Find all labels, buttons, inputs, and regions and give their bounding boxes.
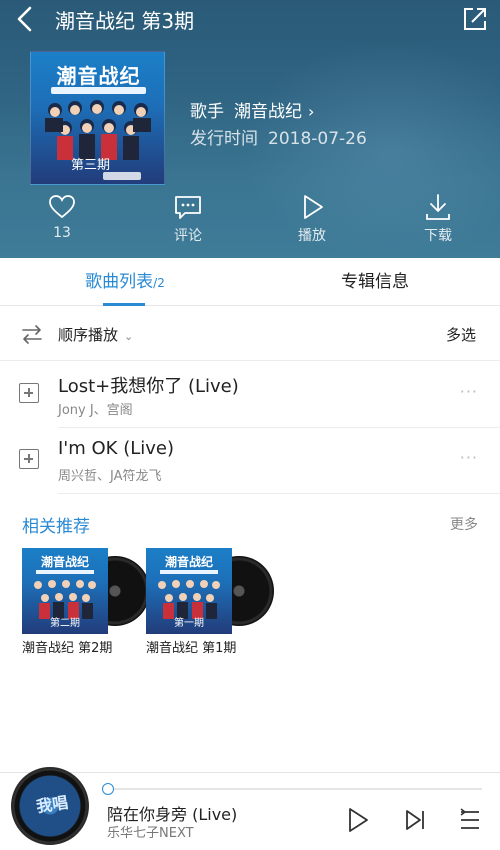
release-value: 2018-07-26 xyxy=(268,129,367,149)
release-label: 发行时间 xyxy=(190,129,258,149)
mini-cover-people xyxy=(158,580,220,619)
play-all-button[interactable]: 播放 xyxy=(272,192,352,245)
mini-cover-banner xyxy=(36,570,94,574)
related-album-cover: 潮音战纪 第二期 xyxy=(22,548,108,634)
related-album-name: 潮音战纪 第1期 xyxy=(146,641,237,656)
related-section-title: 相关推荐 xyxy=(22,517,90,537)
play-icon xyxy=(304,195,323,219)
song-title: I'm OK (Live) xyxy=(58,438,175,459)
play-pause-button[interactable] xyxy=(342,805,372,835)
mini-cover-logo: 潮音战纪 xyxy=(164,555,213,569)
multi-select-button[interactable]: 多选 xyxy=(446,324,476,345)
play-toolbar: 顺序播放 ⌄ 多选 xyxy=(0,307,500,361)
release-date: 发行时间 2018-07-26 xyxy=(190,124,367,149)
tab-song-list[interactable]: 歌曲列表/2 xyxy=(0,258,250,306)
like-count: 13 xyxy=(53,225,71,241)
page-title: 潮音战纪 第3期 xyxy=(55,9,195,33)
artwork-text: 我唱 xyxy=(35,792,70,817)
top-bar: 潮音战纪 第3期 xyxy=(0,0,500,40)
related-more-button[interactable]: 更多 xyxy=(450,514,478,534)
download-label: 下载 xyxy=(424,228,452,244)
next-track-button[interactable] xyxy=(400,805,430,835)
play-order-label: 顺序播放 xyxy=(58,326,119,344)
play-label: 播放 xyxy=(298,228,326,244)
play-order-icon[interactable] xyxy=(20,322,44,346)
song-row[interactable]: Lost+我想你了 (Live) Jony J、宫阁 ··· xyxy=(0,362,500,428)
tab-album-info[interactable]: 专辑信息 xyxy=(250,258,500,306)
progress-track[interactable] xyxy=(106,788,482,790)
mini-player: 我唱 陪在你身旁 (Live) 乐华七子NEXT xyxy=(0,767,500,850)
share-button[interactable] xyxy=(460,4,490,34)
tab-album-info-label: 专辑信息 xyxy=(341,272,409,292)
more-options-icon[interactable]: ··· xyxy=(460,448,478,467)
mini-cover-issue: 第一期 xyxy=(174,618,204,629)
related-album-name: 潮音战纪 第2期 xyxy=(22,641,113,656)
album-tabs: 歌曲列表/2 专辑信息 xyxy=(0,258,500,306)
back-arrow-icon xyxy=(17,6,32,32)
row-divider xyxy=(58,493,500,494)
progress-knob[interactable] xyxy=(102,783,114,795)
mini-cover-logo: 潮音战纪 xyxy=(40,555,89,569)
cover-brand-mark xyxy=(103,172,141,180)
song-title: Lost+我想你了 (Live) xyxy=(58,376,239,397)
cover-banner xyxy=(51,87,146,94)
tab-active-indicator xyxy=(103,303,145,306)
like-button[interactable]: 13 xyxy=(22,192,102,241)
tab-song-count: /2 xyxy=(153,276,165,290)
cover-issue-text: 第三期 xyxy=(71,158,111,173)
heart-icon xyxy=(49,195,75,219)
tab-song-list-label: 歌曲列表 xyxy=(85,272,154,292)
album-header: 潮音战纪 第3期 潮音战纪 第三期 歌手 潮音战纪 › 发行时间 2018-07… xyxy=(0,0,500,258)
singer-link[interactable]: 歌手 潮音战纪 › xyxy=(190,97,314,122)
playlist-queue-button[interactable] xyxy=(456,805,486,835)
mini-cover-issue: 第二期 xyxy=(50,618,80,629)
mini-cover-people xyxy=(34,580,96,619)
add-icon[interactable] xyxy=(19,383,39,403)
cover-logo-text: 潮音战纪 xyxy=(56,64,141,88)
comment-button[interactable]: 评论 xyxy=(148,192,228,245)
caret-down-icon: ⌄ xyxy=(124,330,134,343)
album-actions: 13 评论 播放 下载 xyxy=(0,192,500,248)
download-icon xyxy=(426,194,450,220)
singer-name: 潮音战纪 xyxy=(234,102,302,122)
song-row[interactable]: I'm OK (Live) 周兴哲、JA符龙飞 ··· xyxy=(0,428,500,494)
song-artist: Jony J、宫阁 xyxy=(58,403,133,418)
comment-icon xyxy=(175,196,201,219)
more-options-icon[interactable]: ··· xyxy=(460,382,478,401)
chevron-right-icon: › xyxy=(308,102,315,121)
song-artist: 周兴哲、JA符龙飞 xyxy=(58,469,162,484)
back-button[interactable] xyxy=(12,4,40,34)
cover-people-illustration xyxy=(45,100,151,160)
related-album-cover: 潮音战纪 第一期 xyxy=(146,548,232,634)
singer-label: 歌手 xyxy=(190,102,224,122)
add-icon[interactable] xyxy=(19,449,39,469)
now-playing-artist: 乐华七子NEXT xyxy=(107,826,194,841)
mini-cover-banner xyxy=(160,570,218,574)
play-order-dropdown[interactable]: 顺序播放 ⌄ xyxy=(58,324,133,345)
now-playing-artwork[interactable]: 我唱 xyxy=(11,767,89,845)
download-button[interactable]: 下载 xyxy=(398,192,478,245)
comment-label: 评论 xyxy=(174,228,202,244)
album-cover[interactable]: 潮音战纪 第三期 xyxy=(30,51,165,185)
share-icon xyxy=(464,8,486,30)
